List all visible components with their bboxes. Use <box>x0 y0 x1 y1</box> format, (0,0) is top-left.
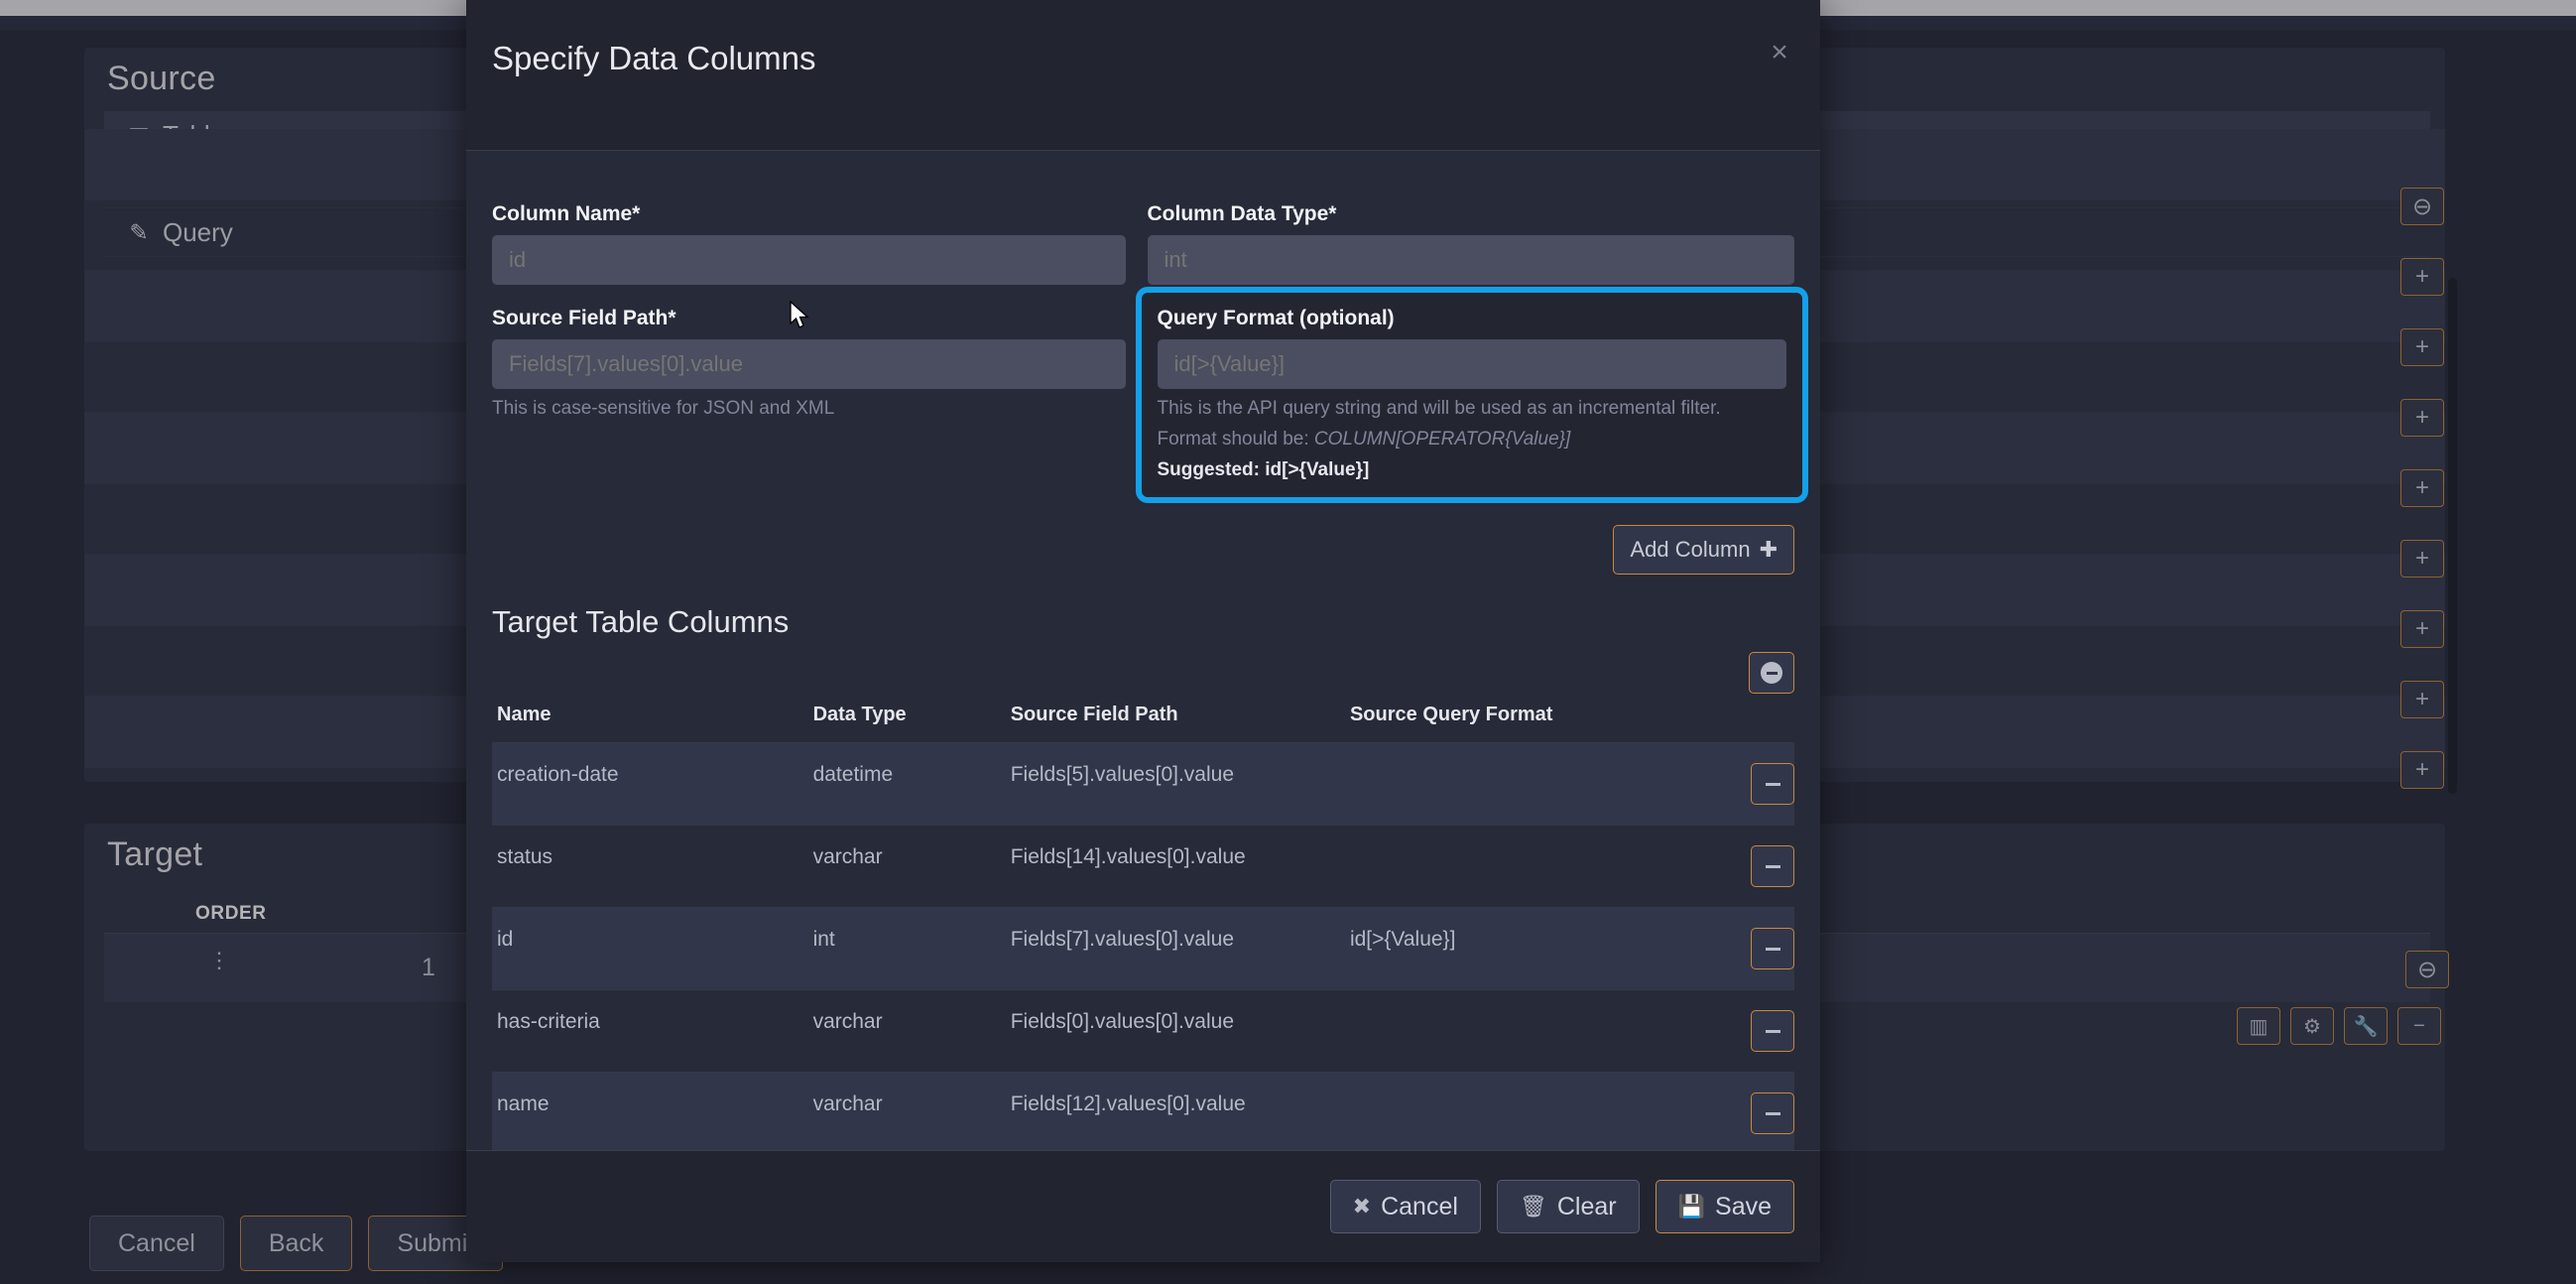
cell-name: id <box>497 928 514 951</box>
minus-icon <box>1765 782 1780 786</box>
save-button[interactable]: 💾 Save <box>1655 1180 1794 1233</box>
add-column-button[interactable]: Add Column ✚ <box>1613 525 1794 575</box>
page-title: Specify Data Columns <box>492 40 816 76</box>
column-form: Column Name* Source Field Path* This is … <box>492 151 1808 503</box>
remove-row-button[interactable] <box>1751 1092 1794 1134</box>
cell-source-query-format <box>1350 743 1695 826</box>
mouse-cursor <box>790 301 809 328</box>
cell-source-query-format <box>1350 990 1695 1073</box>
specify-data-columns-modal: Specify Data Columns × Column Name* Sour… <box>466 0 1820 1262</box>
query-format-hint-prefix: Format should be: <box>1157 429 1314 449</box>
table-row[interactable]: id int Fields[7].values[0].value id[>{Va… <box>492 907 1794 990</box>
cell-source-field-path: Fields[5].values[0].value <box>1010 763 1234 786</box>
cancel-button-label: Cancel <box>1381 1192 1458 1220</box>
column-data-type-input[interactable] <box>1147 235 1794 285</box>
clear-button[interactable]: 🗑 Clear <box>1496 1180 1640 1233</box>
remove-row-button[interactable] <box>1751 763 1794 805</box>
table-row[interactable]: status varchar Fields[14].values[0].valu… <box>492 825 1794 908</box>
cell-name: has-criteria <box>497 1010 600 1033</box>
add-column-label: Add Column <box>1630 537 1751 562</box>
query-format-label: Query Format (optional) <box>1157 307 1395 329</box>
floppy-icon: 💾 <box>1677 1194 1706 1219</box>
cancel-button[interactable]: ✖ Cancel <box>1329 1180 1481 1233</box>
column-header-actions <box>1695 704 1794 743</box>
minus-icon <box>1765 864 1780 868</box>
cell-source-query-format <box>1350 1073 1695 1151</box>
modal-footer: ✖ Cancel 🗑 Clear 💾 Save <box>466 1150 1820 1262</box>
cell-name: name <box>497 1092 550 1115</box>
query-format-suggested: Suggested: id[>{Value}] <box>1157 459 1370 480</box>
query-format-hint-line1: This is the API query string and will be… <box>1157 398 1721 419</box>
remove-row-button[interactable] <box>1751 845 1794 887</box>
trash-icon: 🗑 <box>1519 1194 1547 1219</box>
form-column-right: Column Data Type* Query Format (optional… <box>1135 202 1808 503</box>
add-column-row: Add Column ✚ <box>492 525 1794 575</box>
query-format-input[interactable] <box>1157 339 1786 389</box>
modal-body: Column Name* Source Field Path* This is … <box>466 151 1820 1150</box>
cell-source-field-path: Fields[7].values[0].value <box>1010 928 1234 951</box>
column-name-label: Column Name* <box>492 202 641 225</box>
cell-name: status <box>497 845 553 868</box>
cell-source-field-path: Fields[14].values[0].value <box>1010 845 1246 868</box>
table-row[interactable]: creation-date datetime Fields[5].values[… <box>492 742 1794 826</box>
minus-icon <box>1765 1111 1780 1115</box>
cell-data-type: varchar <box>812 1092 883 1115</box>
source-field-path-input[interactable] <box>492 339 1126 389</box>
clear-button-label: Clear <box>1556 1192 1617 1220</box>
cell-source-query-format: id[>{Value}] <box>1349 928 1456 951</box>
plus-icon: ✚ <box>1759 537 1778 562</box>
query-format-hint-code: COLUMN[OPERATOR{Value}] <box>1313 429 1571 449</box>
cell-source-query-format <box>1350 826 1695 908</box>
cell-name: creation-date <box>497 763 619 786</box>
app-root: Source ▦ Table ▼ View ✎ Query ⌕ Detect <box>0 0 2576 1284</box>
cell-data-type: int <box>812 928 835 951</box>
cell-source-field-path: Fields[12].values[0].value <box>1010 1092 1246 1115</box>
column-header-name: Name <box>497 704 552 725</box>
modal-header: Specify Data Columns × <box>466 0 1820 151</box>
target-table-toolbar <box>492 652 1794 694</box>
times-icon: ✖ <box>1352 1194 1372 1219</box>
save-button-label: Save <box>1715 1192 1772 1220</box>
minus-icon <box>1765 947 1780 951</box>
target-table-columns-table: Name Data Type Source Field Path Source … <box>492 704 1794 1150</box>
remove-circle-icon <box>1761 662 1782 684</box>
target-table-columns-title: Target Table Columns <box>492 604 790 639</box>
query-format-highlight: Query Format (optional) This is the API … <box>1135 287 1808 503</box>
column-header-source-query-format: Source Query Format <box>1349 704 1553 725</box>
query-format-hint-line2: Format should be: COLUMN[OPERATOR{Value}… <box>1158 429 1787 450</box>
table-row[interactable]: name varchar Fields[12].values[0].value <box>492 1072 1794 1151</box>
cell-source-field-path: Fields[0].values[0].value <box>1010 1010 1234 1033</box>
cell-data-type: datetime <box>812 763 894 786</box>
column-header-data-type: Data Type <box>812 704 907 725</box>
table-body: creation-date datetime Fields[5].values[… <box>492 742 1794 1151</box>
table-row[interactable]: has-criteria varchar Fields[0].values[0]… <box>492 989 1794 1073</box>
column-name-input[interactable] <box>492 235 1126 285</box>
remove-row-button[interactable] <box>1751 1010 1794 1052</box>
source-field-path-hint: This is case-sensitive for JSON and XML <box>492 398 835 419</box>
remove-all-columns-button[interactable] <box>1749 652 1794 694</box>
table-header-row: Name Data Type Source Field Path Source … <box>492 704 1794 743</box>
column-header-source-field-path: Source Field Path <box>1010 704 1178 725</box>
remove-row-button[interactable] <box>1751 928 1794 969</box>
close-icon[interactable]: × <box>1763 36 1796 69</box>
cell-data-type: varchar <box>812 845 883 868</box>
table-header: Name Data Type Source Field Path Source … <box>492 704 1794 743</box>
minus-icon <box>1765 1029 1780 1033</box>
cell-data-type: varchar <box>812 1010 883 1033</box>
form-column-left: Column Name* Source Field Path* This is … <box>492 202 1144 503</box>
column-data-type-label: Column Data Type* <box>1147 202 1337 225</box>
